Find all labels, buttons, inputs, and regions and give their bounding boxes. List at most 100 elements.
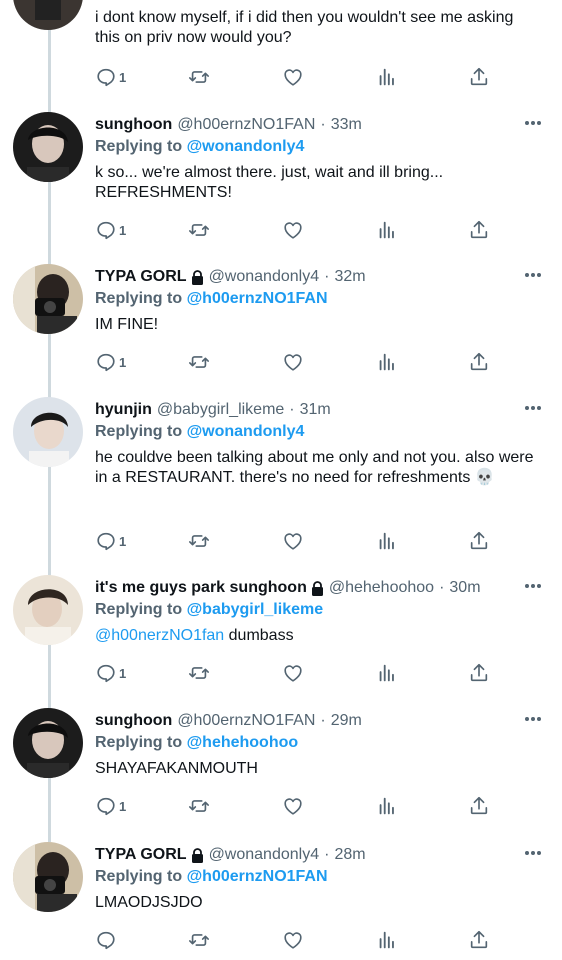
retweet-button[interactable]: [188, 218, 210, 242]
timestamp[interactable]: 32m: [334, 266, 365, 288]
share-button[interactable]: [468, 529, 490, 553]
analytics-button[interactable]: [376, 794, 398, 818]
replying-mention[interactable]: @h00ernzNO1FAN: [187, 290, 328, 307]
share-button[interactable]: [468, 661, 490, 685]
handle[interactable]: @wonandonly4: [209, 266, 320, 288]
share-button[interactable]: [468, 65, 490, 89]
avatar[interactable]: [13, 264, 83, 334]
tweet[interactable]: sunghoon @h00ernzNO1FAN · 29m Replying t…: [0, 708, 562, 828]
heart-icon: [284, 798, 302, 815]
replying-mention[interactable]: @hehehoohoo: [187, 734, 299, 751]
share-button[interactable]: [468, 218, 490, 242]
separator-dot: ·: [289, 401, 295, 418]
analytics-button[interactable]: [376, 928, 398, 952]
avatar[interactable]: [13, 112, 83, 182]
avatar[interactable]: [13, 842, 83, 912]
replying-mention[interactable]: @wonandonly4: [187, 423, 305, 440]
timestamp[interactable]: 31m: [300, 399, 331, 421]
like-button[interactable]: [282, 350, 304, 374]
more-icon[interactable]: [524, 120, 542, 126]
tweet-actions: 1: [95, 65, 505, 89]
share-icon: [470, 531, 488, 550]
reply-button[interactable]: 1: [95, 794, 126, 818]
display-name[interactable]: sunghoon: [95, 114, 172, 136]
like-button[interactable]: [282, 794, 304, 818]
tweet[interactable]: it's me guys park sunghoon @hehehoohoo ·…: [0, 575, 562, 695]
timestamp[interactable]: 29m: [331, 710, 362, 732]
retweet-button[interactable]: [188, 928, 210, 952]
analytics-button[interactable]: [376, 218, 398, 242]
reply-button[interactable]: [95, 928, 119, 952]
share-button[interactable]: [468, 928, 490, 952]
reply-button[interactable]: 1: [95, 65, 126, 89]
replying-to: Replying to @wonandonly4: [95, 136, 542, 158]
reply-count: 1: [119, 222, 127, 238]
display-name[interactable]: TYPA GORL: [95, 266, 187, 288]
avatar[interactable]: [13, 397, 83, 467]
more-icon[interactable]: [524, 716, 542, 722]
tweet[interactable]: sunghoon @h00ernzNO1FAN · 33m Replying t…: [0, 112, 562, 252]
like-button[interactable]: [282, 218, 304, 242]
display-name[interactable]: it's me guys park sunghoon: [95, 577, 307, 599]
handle[interactable]: @wonandonly4: [209, 844, 320, 866]
share-icon: [470, 930, 488, 949]
retweet-button[interactable]: [188, 65, 210, 89]
handle[interactable]: @hehehoohoo: [329, 577, 434, 599]
heart-icon: [284, 222, 302, 239]
replying-mention[interactable]: @wonandonly4: [187, 138, 305, 155]
tweet-body: he couldve been talking about me only an…: [95, 449, 534, 486]
share-icon: [470, 220, 488, 239]
replying-mention[interactable]: @babygirl_likeme: [187, 601, 324, 618]
separator-dot: ·: [439, 579, 445, 596]
avatar[interactable]: [13, 575, 83, 645]
timestamp[interactable]: 28m: [334, 844, 365, 866]
like-button[interactable]: [282, 65, 304, 89]
tweet-text: SHAYAFAKANMOUTH: [95, 759, 542, 779]
more-icon[interactable]: [524, 850, 542, 856]
analytics-button[interactable]: [376, 350, 398, 374]
reply-button[interactable]: 1: [95, 350, 126, 374]
handle[interactable]: @h00ernzNO1FAN: [177, 710, 315, 732]
reply-button[interactable]: 1: [95, 529, 126, 553]
tweet-text: LMAODJSJDO: [95, 893, 542, 913]
analytics-button[interactable]: [376, 529, 398, 553]
more-icon[interactable]: [524, 272, 542, 278]
more-icon[interactable]: [524, 583, 542, 589]
timestamp[interactable]: 33m: [331, 114, 362, 136]
like-button[interactable]: [282, 529, 304, 553]
share-icon: [470, 67, 488, 86]
display-name[interactable]: TYPA GORL: [95, 844, 187, 866]
like-button[interactable]: [282, 928, 304, 952]
timestamp[interactable]: 30m: [449, 577, 480, 599]
analytics-icon: [379, 931, 394, 949]
avatar[interactable]: [13, 0, 83, 30]
share-button[interactable]: [468, 794, 490, 818]
tweet[interactable]: TYPA GORL @wonandonly4 · 32m Replying to…: [0, 264, 562, 384]
retweet-button[interactable]: [188, 350, 210, 374]
separator-dot: ·: [324, 846, 330, 863]
tweet[interactable]: hyunjin @babygirl_likeme · 31m Replying …: [0, 397, 562, 557]
avatar[interactable]: [13, 708, 83, 778]
display-name[interactable]: sunghoon: [95, 710, 172, 732]
reply-icon: [97, 353, 115, 372]
reply-button[interactable]: 1: [95, 218, 126, 242]
tweet-top[interactable]: i dont know myself, if i did then you wo…: [0, 0, 562, 100]
more-icon[interactable]: [524, 405, 542, 411]
handle[interactable]: @h00ernzNO1FAN: [177, 114, 315, 136]
tweet-mention[interactable]: @h00nerzNO1fan: [95, 627, 224, 644]
display-name[interactable]: hyunjin: [95, 399, 152, 421]
handle[interactable]: @babygirl_likeme: [157, 399, 284, 421]
retweet-button[interactable]: [188, 794, 210, 818]
analytics-button[interactable]: [376, 65, 398, 89]
replying-mention[interactable]: @h00ernzNO1FAN: [187, 868, 328, 885]
tweet[interactable]: TYPA GORL @wonandonly4 · 28m Replying to…: [0, 842, 562, 960]
retweet-button[interactable]: [188, 661, 210, 685]
reply-button[interactable]: 1: [95, 661, 126, 685]
retweet-button[interactable]: [188, 529, 210, 553]
reply-icon: [97, 532, 115, 551]
analytics-icon: [379, 797, 394, 815]
separator-dot: ·: [320, 116, 326, 133]
share-button[interactable]: [468, 350, 490, 374]
analytics-button[interactable]: [376, 661, 398, 685]
like-button[interactable]: [282, 661, 304, 685]
